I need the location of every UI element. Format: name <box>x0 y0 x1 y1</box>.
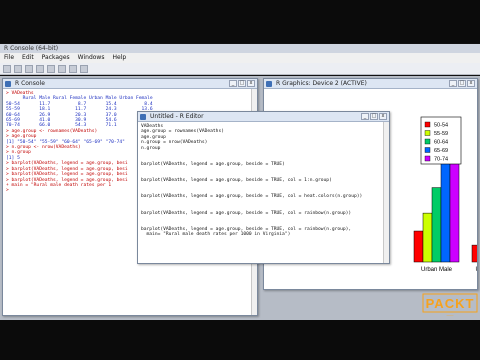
r-editor-icon <box>140 114 146 120</box>
legend-label: 70-74 <box>434 157 448 163</box>
graphics-titlebar[interactable]: R Graphics: Device 2 (ACTIVE) _ □ x <box>264 79 477 89</box>
minimize-button[interactable]: _ <box>229 80 237 87</box>
app-title: R Console (64-bit) <box>4 45 59 52</box>
maximize-button[interactable]: □ <box>238 80 246 87</box>
menu-edit[interactable]: Edit <box>22 53 34 63</box>
editor-line: main= "Rural male death rates per 1000 i… <box>141 232 291 238</box>
legend-label: 55-59 <box>434 131 448 137</box>
minimize-button[interactable]: _ <box>449 80 457 87</box>
editor-titlebar[interactable]: Untitled - R Editor _ □ x <box>138 112 389 122</box>
copy-button[interactable] <box>36 65 44 73</box>
load-workspace-button[interactable] <box>14 65 22 73</box>
menu-packages[interactable]: Packages <box>42 53 70 63</box>
editor-text-area[interactable]: VADeaths age.group = rownames(VADeaths) ag… <box>138 122 389 240</box>
maximize-button[interactable]: □ <box>458 80 466 87</box>
bar <box>431 187 442 263</box>
legend-swatch <box>424 121 431 128</box>
bar <box>413 230 424 263</box>
legend-swatch <box>424 147 431 153</box>
paste-button[interactable] <box>47 65 55 73</box>
legend-label: 60-64 <box>434 140 448 146</box>
print-button[interactable] <box>80 65 88 73</box>
minimize-button[interactable]: _ <box>361 113 369 120</box>
console-title: R Console <box>15 80 45 87</box>
legend-swatch <box>424 155 431 162</box>
console-titlebar[interactable]: R Console _ □ x <box>3 79 257 89</box>
editor-line: barplot(VADeaths, legend = age.group, be… <box>141 210 352 216</box>
menu-bar: File Edit Packages Windows Help <box>0 53 480 63</box>
legend-label: 50-54 <box>434 123 448 129</box>
graphics-title: R Graphics: Device 2 (ACTIVE) <box>276 80 367 87</box>
video-letterbox-bottom <box>0 320 480 360</box>
maximize-button[interactable]: □ <box>370 113 378 120</box>
bar <box>422 212 433 263</box>
menu-file[interactable]: File <box>4 53 14 63</box>
packt-logo: PACKT —— <box>422 291 478 317</box>
editor-title: Untitled - R Editor <box>150 113 204 120</box>
stop-button[interactable] <box>69 65 77 73</box>
app-title-bar: R Console (64-bit) <box>0 44 480 53</box>
copy-paste-button[interactable] <box>58 65 66 73</box>
r-console-icon <box>5 81 11 87</box>
video-letterbox-top <box>0 0 480 43</box>
close-button[interactable]: x <box>467 80 475 87</box>
menu-help[interactable]: Help <box>112 53 126 63</box>
editor-scrollbar[interactable] <box>383 122 389 263</box>
legend-swatch <box>424 138 431 145</box>
menu-windows[interactable]: Windows <box>78 53 105 63</box>
legend-label: 65-69 <box>434 148 448 154</box>
packt-logo-icon: PACKT —— <box>422 293 478 317</box>
x-tick-label: Urban Female <box>475 267 477 273</box>
editor-window[interactable]: Untitled - R Editor _ □ x VADeaths age.gr… <box>137 111 390 264</box>
close-button[interactable]: x <box>247 80 255 87</box>
bar <box>440 151 451 263</box>
editor-line: barplot(VADeaths, legend = age.group, be… <box>141 194 363 200</box>
x-tick-label: Urban Male <box>421 267 453 273</box>
legend-swatch <box>424 130 431 136</box>
r-graphics-icon <box>266 81 272 87</box>
save-workspace-button[interactable] <box>25 65 33 73</box>
open-script-button[interactable] <box>3 65 11 73</box>
toolbar <box>0 63 480 75</box>
close-button[interactable]: x <box>379 113 387 120</box>
svg-text:——: —— <box>447 313 455 317</box>
bar <box>471 244 477 263</box>
svg-text:PACKT: PACKT <box>426 296 475 311</box>
